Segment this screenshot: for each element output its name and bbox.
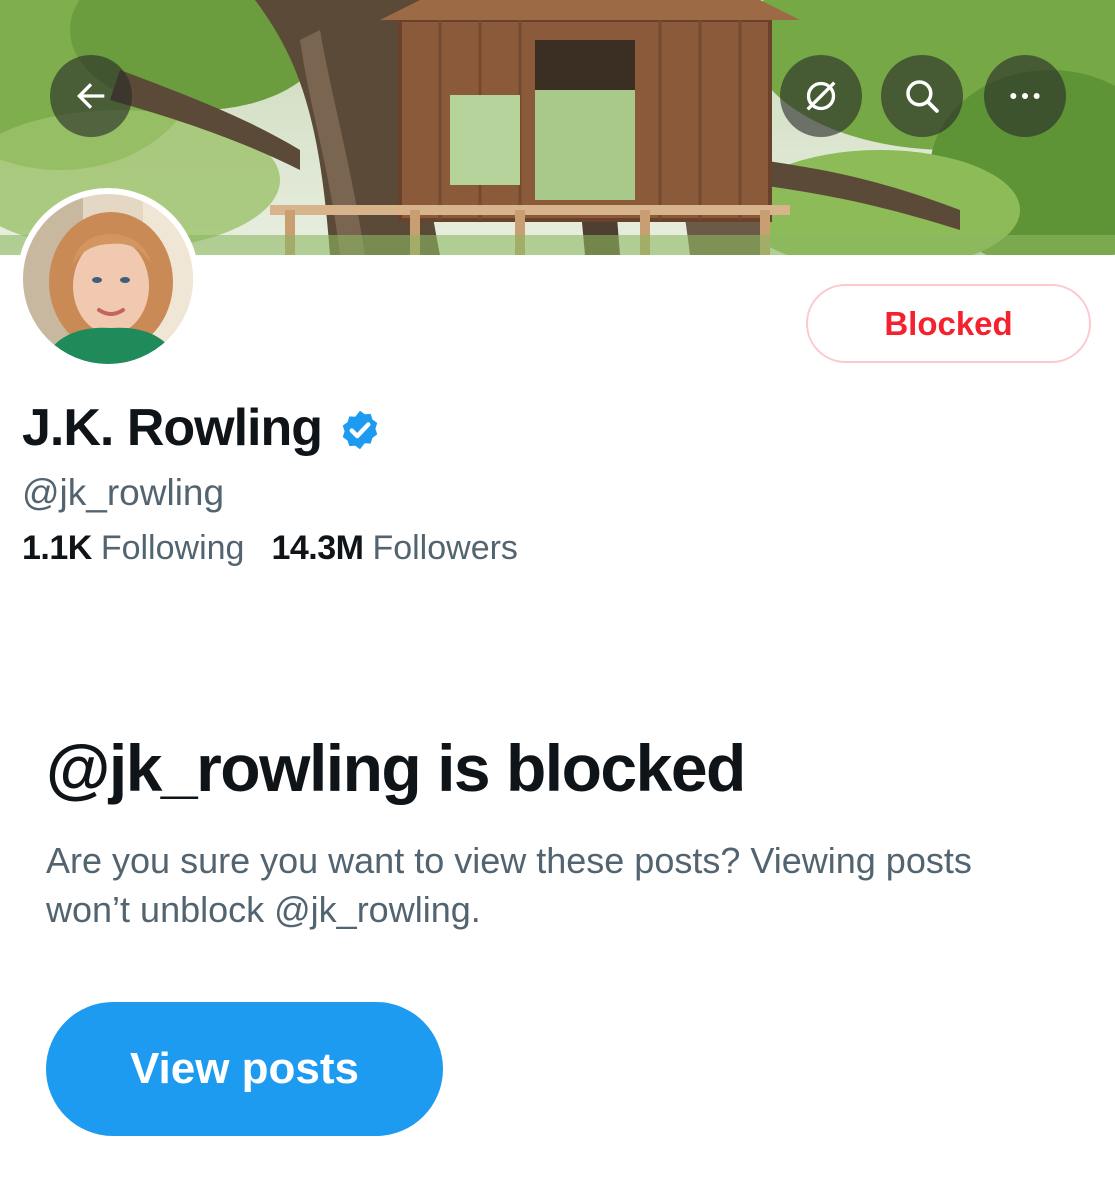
profile-name-row: J.K. Rowling [22,398,382,458]
verified-badge-icon [342,410,378,450]
more-button[interactable] [984,55,1066,137]
profile-handle: @jk_rowling [22,472,225,513]
view-posts-button[interactable]: View posts [46,1002,443,1136]
profile-photo [23,194,193,364]
blocked-notice-title: @jk_rowling is blocked [46,731,746,805]
blocked-button-label: Blocked [884,304,1013,342]
arrow-left-icon [76,83,105,109]
more-horizontal-icon [1010,93,1040,99]
grok-button[interactable] [780,55,862,137]
profile-stats: 1.1K Following 14.3M Followers [22,529,518,568]
followers-link[interactable]: 14.3M Followers [271,529,517,568]
search-icon [906,80,939,113]
following-count: 1.1K [22,529,92,567]
search-button[interactable] [881,55,963,137]
following-label: Following [100,529,245,567]
blocked-button[interactable]: Blocked [806,284,1091,363]
following-link[interactable]: 1.1K Following [22,529,244,568]
blocked-notice-description: Are you sure you want to view these post… [46,840,972,930]
avatar[interactable] [17,188,199,370]
followers-label: Followers [372,529,518,567]
followers-count: 14.3M [271,529,364,567]
grok-icon [806,81,836,111]
display-name: J.K. Rowling [22,399,323,457]
view-posts-label: View posts [129,1044,360,1093]
back-button[interactable] [50,55,132,137]
